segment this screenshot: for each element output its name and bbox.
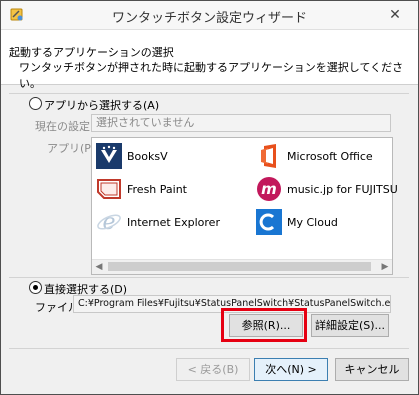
details-button[interactable]: 詳細設定(S)... <box>311 314 389 337</box>
app-item-label: music.jp for FUJITSU <box>287 182 398 196</box>
svg-text:m: m <box>261 180 277 198</box>
scrollbar-thumb[interactable] <box>108 262 371 271</box>
fresh-paint-icon <box>97 179 121 199</box>
cancel-button[interactable]: キャンセル <box>335 358 409 381</box>
app-item-label: Internet Explorer <box>127 215 220 229</box>
page-description: ワンタッチボタンが押された時に起動するアプリケーションを選択してください。 <box>19 61 404 90</box>
app-item-booksv[interactable]: BooksV <box>96 143 168 169</box>
app-item-microsoft-office[interactable]: Microsoft Office <box>256 143 373 169</box>
music-jp-icon: m <box>257 177 281 201</box>
microsoft-office-icon <box>261 144 276 168</box>
title-bar: ワンタッチボタン設定ウィザード ✕ <box>1 1 418 30</box>
my-cloud-icon <box>256 209 282 235</box>
wizard-header: 起動するアプリケーションの選択 ワンタッチボタンが押された時に起動するアプリケー… <box>1 30 418 90</box>
scroll-left-arrow-icon[interactable]: ◀ <box>92 260 106 274</box>
svg-text:e: e <box>102 210 115 235</box>
app-item-fresh-paint[interactable]: Fresh Paint <box>96 176 187 202</box>
page-heading: 起動するアプリケーションの選択 <box>9 46 174 59</box>
current-setting-field: 選択されていません <box>91 114 391 132</box>
window-title: ワンタッチボタン設定ウィザード <box>111 11 307 26</box>
current-setting-label: 現在の設定 <box>35 120 90 133</box>
divider <box>9 93 409 94</box>
booksv-icon <box>96 143 122 169</box>
app-item-my-cloud[interactable]: My Cloud <box>256 209 338 235</box>
divider <box>9 348 409 349</box>
app-item-label: BooksV <box>127 149 168 163</box>
internet-explorer-icon: e <box>97 210 121 235</box>
app-item-label: My Cloud <box>287 215 338 229</box>
app-item-label: Fresh Paint <box>127 182 187 196</box>
next-button[interactable]: 次へ(N) > <box>254 358 328 381</box>
highlight-box <box>221 308 307 342</box>
close-icon[interactable]: ✕ <box>378 5 412 25</box>
select-from-apps-label[interactable]: アプリから選択する(A) <box>44 97 159 113</box>
wizard-window: ワンタッチボタン設定ウィザード ✕ 起動するアプリケーションの選択 ワンタッチボ… <box>0 0 419 395</box>
divider <box>9 277 409 278</box>
back-button[interactable]: < 戻る(B) <box>176 358 250 381</box>
app-item-music-jp[interactable]: m music.jp for FUJITSU <box>256 176 398 202</box>
app-item-internet-explorer[interactable]: e Internet Explorer <box>96 209 220 235</box>
select-from-apps-radio[interactable] <box>29 97 42 110</box>
app-item-label: Microsoft Office <box>287 149 373 163</box>
direct-select-radio[interactable] <box>29 281 42 294</box>
scroll-right-arrow-icon[interactable]: ▶ <box>378 260 392 274</box>
apps-list[interactable]: BooksV Microsoft Office Fresh Paint m mu… <box>91 137 398 275</box>
apps-list-scrollbar[interactable]: ◀ ▶ <box>92 259 392 274</box>
